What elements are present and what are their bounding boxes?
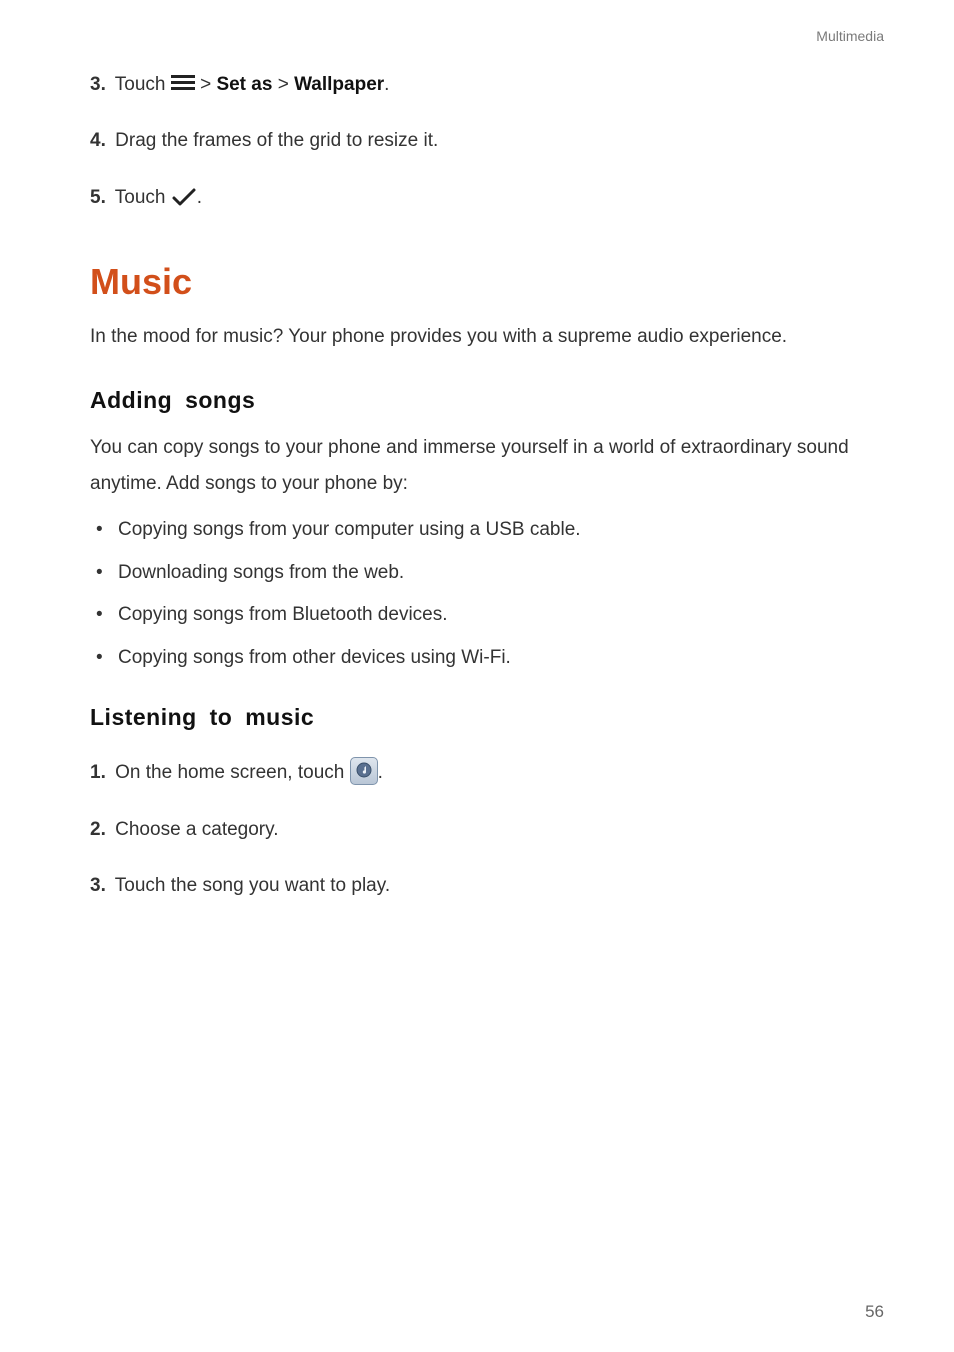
section-intro: In the mood for music? Your phone provid… [90, 319, 884, 355]
step-number: 4. [90, 130, 106, 151]
step-number: 3. [90, 74, 106, 95]
section-title-music: Music [90, 261, 884, 303]
step-5: 5. Touch . [90, 183, 884, 213]
list-item: Downloading songs from the web. [90, 559, 884, 588]
step-text: > [272, 74, 294, 95]
subsection-adding-songs: Adding songs [90, 387, 884, 414]
step-text: Choose a category. [115, 819, 278, 840]
step-text: . [197, 187, 202, 208]
list-item: Copying songs from Bluetooth devices. [90, 601, 884, 630]
checkmark-icon [171, 187, 197, 207]
step-text: On the home screen, touch [115, 762, 349, 783]
page: Multimedia 3. Touch > Set as > Wallpaper… [0, 0, 954, 1352]
bold-label: Set as [216, 74, 272, 95]
listen-step-3: 3. Touch the song you want to play. [90, 871, 884, 901]
step-number: 2. [90, 819, 106, 840]
step-text: Touch [115, 74, 171, 95]
adding-intro: You can copy songs to your phone and imm… [90, 430, 884, 502]
step-text: Touch the song you want to play. [115, 875, 390, 896]
listen-step-2: 2. Choose a category. [90, 815, 884, 845]
header-section-label: Multimedia [816, 28, 884, 44]
step-number: 1. [90, 762, 106, 783]
step-text: Touch [115, 187, 171, 208]
step-text: . [384, 74, 389, 95]
step-4: 4. Drag the frames of the grid to resize… [90, 126, 884, 156]
subsection-listening: Listening to music [90, 704, 884, 731]
step-number: 3. [90, 875, 106, 896]
step-number: 5. [90, 187, 106, 208]
adding-bullets: Copying songs from your computer using a… [90, 516, 884, 672]
page-number: 56 [865, 1302, 884, 1322]
menu-icon [171, 75, 195, 91]
bold-label: Wallpaper [294, 74, 384, 95]
list-item: Copying songs from other devices using W… [90, 644, 884, 673]
music-app-icon [350, 757, 378, 785]
step-text: Drag the frames of the grid to resize it… [115, 130, 438, 151]
step-3: 3. Touch > Set as > Wallpaper. [90, 70, 884, 100]
list-item: Copying songs from your computer using a… [90, 516, 884, 545]
listen-step-1: 1. On the home screen, touch . [90, 757, 884, 788]
step-text: . [378, 762, 383, 783]
step-text: > [200, 74, 216, 95]
